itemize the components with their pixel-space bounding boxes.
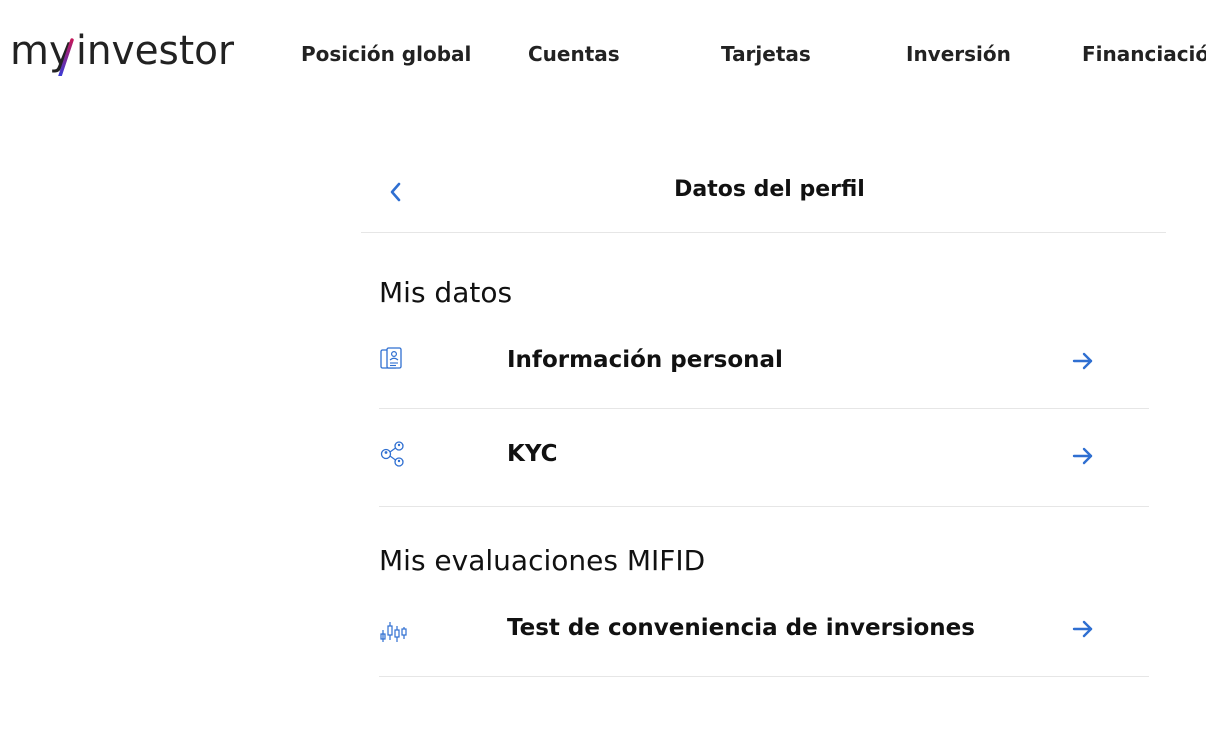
- profile-header: Datos del perfil: [361, 160, 1166, 233]
- section-title-mis-datos: Mis datos: [379, 276, 513, 309]
- row-label: Test de conveniencia de inversiones: [507, 615, 975, 641]
- row-label: KYC: [507, 441, 558, 467]
- nav-item-inversion[interactable]: Inversión: [906, 38, 1011, 70]
- list-item-test-conveniencia[interactable]: Test de conveniencia de inversiones: [379, 580, 1149, 677]
- id-card-icon: [379, 346, 407, 374]
- nav-item-financiacion[interactable]: Financiación: [1082, 38, 1206, 70]
- arrow-right-icon: [1071, 350, 1097, 374]
- arrow-right-icon: [1071, 445, 1097, 469]
- main-nav: Posición global Cuentas Tarjetas Inversi…: [0, 38, 1206, 72]
- row-label: Información personal: [507, 347, 783, 373]
- nav-item-tarjetas[interactable]: Tarjetas: [721, 38, 811, 70]
- list-item-kyc[interactable]: KYC: [379, 410, 1149, 507]
- page-title: Datos del perfil: [674, 177, 865, 202]
- nav-item-cuentas[interactable]: Cuentas: [528, 38, 620, 70]
- candlestick-icon: [379, 618, 407, 646]
- people-network-icon: [379, 440, 407, 468]
- list-item-informacion-personal[interactable]: Información personal: [379, 312, 1149, 409]
- arrow-right-icon: [1071, 618, 1097, 642]
- section-title-mifid: Mis evaluaciones MIFID: [379, 544, 706, 577]
- nav-item-posicion-global[interactable]: Posición global: [301, 38, 471, 70]
